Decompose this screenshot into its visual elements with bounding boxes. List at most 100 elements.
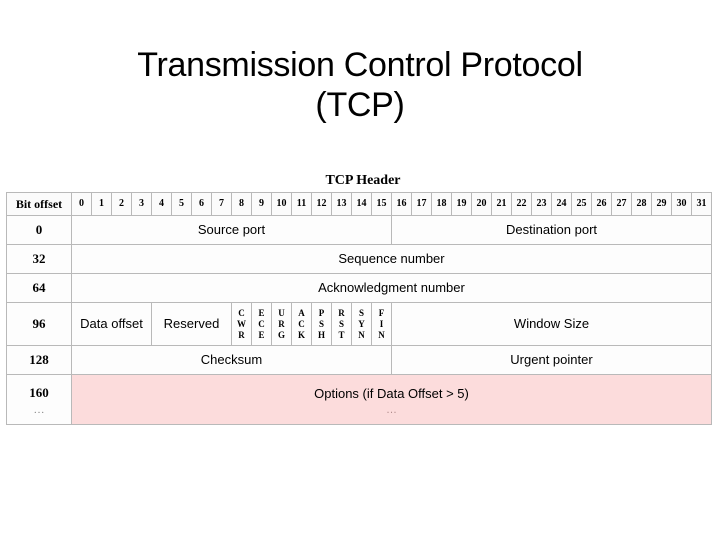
row-bit-offset-value: 96 [32, 316, 46, 331]
bit-number-23: 23 [531, 192, 552, 216]
flag-letter: F [378, 307, 385, 318]
tcp-header-table: Bit offset 0 1 2 3 4 5 6 7 8 9 10 11 12 13 14 15 16 17 18 1… [6, 192, 712, 425]
page-title-line-1: Transmission Control Protocol [137, 45, 583, 84]
table-row: 160 … Options (if Data Offset > 5) … [6, 374, 712, 425]
bit-number-24: 24 [551, 192, 572, 216]
flag-letter: U [278, 307, 285, 318]
row-bit-offset-value: 32 [32, 251, 46, 266]
flag-letter: E [258, 329, 265, 340]
bit-number-4: 4 [151, 192, 172, 216]
table-row: 64 Acknowledgment number [6, 273, 712, 303]
bit-number-30: 30 [671, 192, 692, 216]
flag-letter: N [358, 329, 365, 340]
page-title-line-2: (TCP) [315, 85, 405, 124]
bit-number-28: 28 [631, 192, 652, 216]
row-bit-offset-ellipsis: … [33, 404, 45, 416]
bit-number-19: 19 [451, 192, 472, 216]
bit-number-16: 16 [391, 192, 412, 216]
row-bit-offset: 128 [6, 345, 72, 375]
bit-number-20: 20 [471, 192, 492, 216]
bit-number-9: 9 [251, 192, 272, 216]
flag-letter: N [378, 329, 385, 340]
field-sequence-number: Sequence number [71, 244, 712, 274]
field-checksum: Checksum [71, 345, 392, 375]
flag-fin: FIN [371, 302, 392, 346]
field-data-offset: Data offset [71, 302, 152, 346]
bit-number-7: 7 [211, 192, 232, 216]
bit-offset-label: Bit offset [6, 192, 72, 216]
bit-number-8: 8 [231, 192, 252, 216]
table-row: 96 Data offset Reserved C W R E C E U R G A C K P S H R S T S… [6, 302, 712, 346]
flag-letter: Y [358, 318, 365, 329]
bit-number-1: 1 [91, 192, 112, 216]
flag-syn: SYN [351, 302, 372, 346]
bit-number-17: 17 [411, 192, 432, 216]
flag-letter: A [298, 307, 305, 318]
flag-letter: C [258, 318, 265, 329]
row-bit-offset: 96 [6, 302, 72, 346]
field-ellipsis: … [386, 403, 397, 416]
bit-number-29: 29 [651, 192, 672, 216]
bit-offset-header-row: Bit offset 0 1 2 3 4 5 6 7 8 9 10 11 12 13 14 15 16 17 18 1… [6, 192, 712, 216]
flag-letter: K [297, 329, 305, 340]
row-bit-offset: 32 [6, 244, 72, 274]
flag-letter: I [379, 318, 384, 329]
bit-number-27: 27 [611, 192, 632, 216]
flag-letter: T [338, 329, 345, 340]
flag-psh: PSH [311, 302, 332, 346]
row-bit-offset-value: 64 [32, 280, 46, 295]
table-row: 128 Checksum Urgent pointer [6, 345, 712, 375]
flag-letter: E [258, 307, 265, 318]
flag-urg: URG [271, 302, 292, 346]
bit-number-14: 14 [351, 192, 372, 216]
flag-letter: R [238, 329, 245, 340]
flag-letter: S [338, 318, 344, 329]
bit-number-10: 10 [271, 192, 292, 216]
bit-number-5: 5 [171, 192, 192, 216]
flag-letter: R [338, 307, 345, 318]
bit-number-18: 18 [431, 192, 452, 216]
bit-number-22: 22 [511, 192, 532, 216]
flag-letter: P [318, 307, 325, 318]
field-label: Options (if Data Offset > 5) [314, 385, 469, 401]
bit-number-13: 13 [331, 192, 352, 216]
bit-number-25: 25 [571, 192, 592, 216]
flag-rst: RST [331, 302, 352, 346]
field-source-port: Source port [71, 215, 392, 245]
bit-number-31: 31 [691, 192, 712, 216]
bit-number-6: 6 [191, 192, 212, 216]
row-bit-offset-value: 128 [29, 352, 49, 367]
bit-number-0: 0 [71, 192, 92, 216]
flag-ack: ACK [291, 302, 312, 346]
diagram-caption: TCP Header [325, 173, 401, 188]
table-row: 0 Source port Destination port [6, 215, 712, 245]
flag-letter: G [277, 329, 285, 340]
row-bit-offset: 160 … [6, 374, 72, 425]
field-acknowledgment-number: Acknowledgment number [71, 273, 712, 303]
flag-cwr: CWR [231, 302, 252, 346]
field-window-size: Window Size [391, 302, 712, 346]
bit-number-15: 15 [371, 192, 392, 216]
field-reserved: Reserved [151, 302, 232, 346]
bit-number-26: 26 [591, 192, 612, 216]
row-bit-offset: 0 [6, 215, 72, 245]
row-bit-offset-value: 0 [35, 222, 43, 237]
table-row: 32 Sequence number [6, 244, 712, 274]
field-options-if-data-offset-5: Options (if Data Offset > 5) … [71, 374, 712, 425]
flag-letter: C [238, 307, 245, 318]
tcp-header-diagram: TCP Header Bit offset 0 1 2 3 4 5 6 7 8 9 10 11 12 13… [6, 172, 714, 425]
bit-number-11: 11 [291, 192, 312, 216]
flag-ece: ECE [251, 302, 272, 346]
field-destination-port: Destination port [391, 215, 712, 245]
bit-number-12: 12 [311, 192, 332, 216]
flag-letter: C [298, 318, 305, 329]
row-bit-offset-value: 160 [29, 385, 49, 400]
bit-number-3: 3 [131, 192, 152, 216]
bit-number-21: 21 [491, 192, 512, 216]
field-urgent-pointer: Urgent pointer [391, 345, 712, 375]
flag-letter: W [237, 318, 246, 329]
flag-letter: S [358, 307, 364, 318]
bit-number-2: 2 [111, 192, 132, 216]
row-bit-offset: 64 [6, 273, 72, 303]
flag-letter: R [278, 318, 285, 329]
